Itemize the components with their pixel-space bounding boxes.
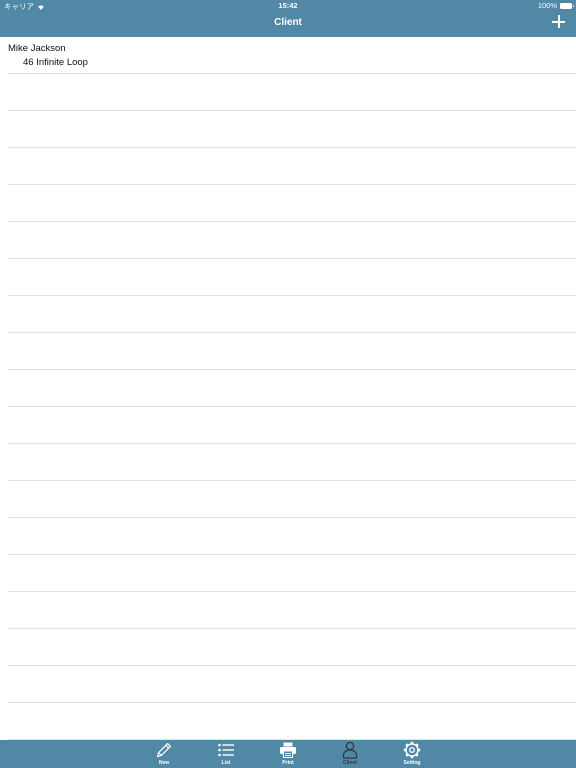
battery-indicator: 100% [537,1,574,10]
tab-bar: New List Print Client Setting [0,740,576,768]
empty-row [8,518,576,555]
client-name: Mike Jackson [8,43,66,54]
empty-row [8,481,576,518]
tab-client-label: Client [343,760,357,766]
empty-row [8,185,576,222]
empty-row [8,333,576,370]
empty-row [8,296,576,333]
app-window: キャリア 15:42 100% Client Mike Jackson 46 I… [0,0,576,768]
empty-row [8,666,576,703]
empty-row [8,407,576,444]
tab-print-label: Print [282,760,294,766]
tab-print[interactable]: Print [257,740,319,768]
tab-list[interactable]: List [195,740,257,768]
empty-row [8,111,576,148]
pencil-icon [156,743,171,758]
tab-list-label: List [221,760,231,766]
empty-row [8,555,576,592]
empty-row [8,370,576,407]
status-bar: キャリア 15:42 100% [0,0,576,12]
tab-setting-label: Setting [403,760,421,766]
page-title: Client [274,17,302,28]
empty-row [8,148,576,185]
empty-row [8,592,576,629]
gear-icon [403,741,421,759]
printer-icon [280,742,296,758]
add-client-button[interactable] [551,14,567,30]
battery-icon [560,2,574,9]
tab-new-label: New [158,760,170,766]
empty-row [8,74,576,111]
client-list: Mike Jackson 46 Infinite Loop [0,37,576,740]
status-time: 15:42 [278,1,298,10]
empty-row [8,444,576,481]
empty-row [8,222,576,259]
empty-row [8,703,576,740]
tab-client[interactable]: Client [319,740,381,768]
list-icon [218,743,234,757]
tab-setting[interactable]: Setting [381,740,443,768]
top-bar: キャリア 15:42 100% Client [0,0,576,37]
client-row[interactable]: Mike Jackson 46 Infinite Loop [8,37,576,74]
person-icon [342,741,358,759]
client-address: 46 Infinite Loop [23,57,88,68]
tab-new[interactable]: New [133,740,195,768]
battery-percentage: 100% [537,1,557,10]
empty-row [8,259,576,296]
empty-row [8,629,576,666]
